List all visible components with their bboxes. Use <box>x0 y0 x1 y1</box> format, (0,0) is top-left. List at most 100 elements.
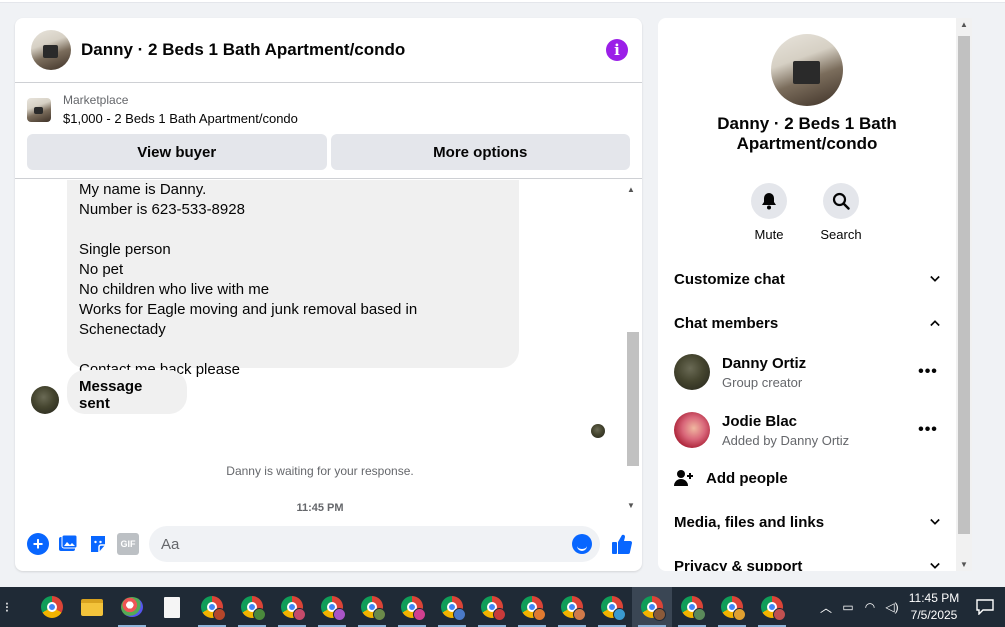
windows-taskbar: ⁝ ︿ ▭ ◠ ◁) 11:45 PM 7/5/2025 <box>0 587 1005 627</box>
search-icon[interactable] <box>823 183 859 219</box>
chevron-up-icon[interactable]: ︿ <box>815 599 837 616</box>
chrome-profile-icon[interactable] <box>632 587 672 627</box>
member-avatar[interactable] <box>674 354 710 390</box>
chrome-profile-icon[interactable] <box>232 587 272 627</box>
chrome-profile-icon[interactable] <box>432 587 472 627</box>
more-options-button[interactable]: More options <box>330 134 630 170</box>
notification-icon[interactable] <box>965 599 1005 615</box>
chat-avatar[interactable] <box>31 30 71 70</box>
message-input[interactable]: Aa <box>149 526 600 562</box>
chat-members-label: Chat members <box>674 314 779 332</box>
clock-time: 11:45 PM <box>908 591 960 605</box>
chrome-profile-icon[interactable] <box>752 587 792 627</box>
chrome-profile-icon[interactable] <box>552 587 592 627</box>
composer-bar: + GIF Aa <box>15 517 642 571</box>
chrome-profile-icon[interactable] <box>592 587 632 627</box>
group-avatar[interactable] <box>771 34 843 106</box>
mute-action[interactable]: Mute <box>734 183 804 242</box>
chrome-profile-icon[interactable] <box>352 587 392 627</box>
clock[interactable]: 11:45 PM 7/5/2025 <box>903 590 965 624</box>
chrome-taskbar-icon[interactable] <box>32 587 72 627</box>
file-explorer-icon[interactable] <box>72 587 112 627</box>
add-people-button[interactable]: Add people <box>674 466 788 490</box>
chrome-profile-icon[interactable] <box>472 587 512 627</box>
chrome-profile-icon[interactable] <box>312 587 352 627</box>
scroll-up-arrow-icon[interactable]: ▲ <box>625 184 637 196</box>
message-list: My name is Danny. Number is 623-533-8928… <box>15 180 642 528</box>
chevron-up-icon <box>930 318 940 328</box>
scroll-down-arrow-icon[interactable]: ▼ <box>956 560 972 569</box>
battery-icon[interactable]: ▭ <box>837 600 859 614</box>
chrome-profile-icon[interactable] <box>392 587 432 627</box>
gif-icon[interactable]: GIF <box>117 533 139 555</box>
member-role: Group creator <box>722 374 803 390</box>
message-line: Number is 623-533-8928 <box>79 201 245 218</box>
scroll-up-arrow-icon[interactable]: ▲ <box>956 20 972 29</box>
message-line: Single person <box>79 241 171 258</box>
wifi-icon[interactable]: ◠ <box>859 600 881 614</box>
more-options-icon[interactable]: ••• <box>916 421 940 439</box>
chat-title[interactable]: Danny · 2 Beds 1 Bath Apartment/condo <box>81 40 606 60</box>
member-name: Danny Ortiz <box>722 354 807 372</box>
message-scrollbar[interactable]: ▲ ▼ <box>625 184 639 512</box>
document-icon[interactable] <box>152 587 192 627</box>
marketplace-banner: Marketplace $1,000 - 2 Beds 1 Bath Apart… <box>15 83 642 179</box>
scroll-thumb[interactable] <box>627 332 639 466</box>
emoji-icon[interactable] <box>572 534 592 554</box>
listing-title[interactable]: $1,000 - 2 Beds 1 Bath Apartment/condo <box>63 111 298 126</box>
system-tray: ︿ ▭ ◠ ◁) 11:45 PM 7/5/2025 <box>815 587 1005 627</box>
side-panel-scrollbar[interactable]: ▲ ▼ <box>956 18 972 571</box>
message-sent-bubble[interactable]: Message sent <box>67 370 187 414</box>
add-person-icon <box>674 470 693 486</box>
chat-panel: Danny · 2 Beds 1 Bath Apartment/condo i … <box>15 18 642 571</box>
chrome-profile-icon[interactable] <box>192 587 232 627</box>
message-line: No pet <box>79 261 124 278</box>
chevron-down-icon <box>930 517 940 527</box>
more-options-icon[interactable]: ••• <box>916 363 940 381</box>
chrome-profile-icon[interactable] <box>672 587 712 627</box>
volume-icon[interactable]: ◁) <box>881 600 903 614</box>
bell-icon[interactable] <box>751 183 787 219</box>
info-icon[interactable]: i <box>606 39 628 61</box>
chrome-profile-icon[interactable] <box>272 587 312 627</box>
chrome-profile-icon[interactable] <box>712 587 752 627</box>
plus-icon[interactable]: + <box>27 533 49 555</box>
chrome-profile-icon[interactable] <box>512 587 552 627</box>
media-files-links-label: Media, files and links <box>674 513 825 531</box>
message-line: My name is Danny. <box>79 181 207 198</box>
scroll-thumb[interactable] <box>958 36 970 534</box>
photo-icon[interactable] <box>57 533 79 555</box>
chat-info-panel: Danny · 2 Beds 1 Bath Apartment/condo Mu… <box>658 18 956 571</box>
view-buyer-button[interactable]: View buyer <box>27 134 327 170</box>
member-row[interactable]: Jodie Blac Added by Danny Ortiz ••• <box>674 408 940 452</box>
customize-chat-label: Customize chat <box>674 270 785 288</box>
message-line <box>79 340 507 360</box>
add-people-label: Add people <box>706 469 788 487</box>
message-timestamp: 11:45 PM <box>296 502 344 514</box>
listing-thumbnail[interactable] <box>27 97 51 122</box>
chat-header: Danny · 2 Beds 1 Bath Apartment/condo i <box>15 18 642 83</box>
chat-members-section[interactable]: Chat members <box>674 311 940 335</box>
message-line: Works for Eagle moving and junk removal … <box>79 301 418 338</box>
read-receipt-avatar <box>591 424 605 438</box>
message-line: No children who live with me <box>79 281 270 298</box>
message-bubble[interactable]: My name is Danny. Number is 623-533-8928… <box>67 180 519 378</box>
sticker-icon[interactable] <box>87 533 109 555</box>
paint-icon[interactable] <box>112 587 152 627</box>
thumbs-up-icon[interactable] <box>610 532 634 556</box>
message-placeholder: Aa <box>161 535 180 553</box>
task-view-icon[interactable]: ⁝ <box>0 587 14 627</box>
member-avatar[interactable] <box>674 412 710 448</box>
search-action[interactable]: Search <box>806 183 876 242</box>
scroll-down-arrow-icon[interactable]: ▼ <box>625 500 637 512</box>
media-files-links-section[interactable]: Media, files and links <box>674 510 940 534</box>
member-role: Added by Danny Ortiz <box>722 432 850 448</box>
member-name: Jodie Blac <box>722 412 798 430</box>
marketplace-label: Marketplace <box>63 93 129 107</box>
chevron-down-icon <box>930 274 940 284</box>
sender-avatar[interactable] <box>31 386 59 414</box>
privacy-support-section[interactable]: Privacy & support <box>674 554 940 571</box>
mute-label: Mute <box>754 227 784 242</box>
customize-chat-section[interactable]: Customize chat <box>674 267 940 291</box>
member-row[interactable]: Danny Ortiz Group creator ••• <box>674 350 940 394</box>
